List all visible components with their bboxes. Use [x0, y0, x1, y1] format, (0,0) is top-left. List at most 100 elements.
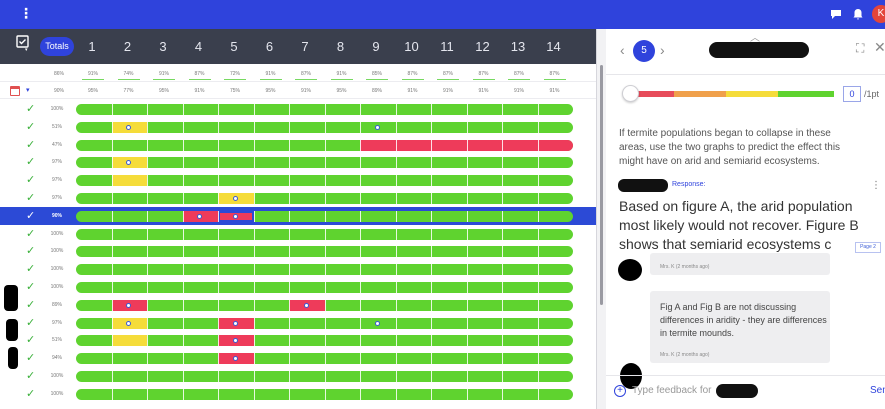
- student-row[interactable]: ✓ 89%: [0, 296, 596, 314]
- student-row[interactable]: ✓ 51%: [0, 331, 596, 349]
- student-row[interactable]: ✓ 100%: [0, 278, 596, 296]
- student-progress-bar[interactable]: [76, 282, 573, 293]
- student-row[interactable]: ✓ 90%: [0, 206, 596, 225]
- question-column-3[interactable]: 3: [151, 37, 175, 57]
- question-column-2[interactable]: 2: [116, 37, 140, 57]
- question-column-11[interactable]: 11: [435, 37, 459, 57]
- student-progress-bar[interactable]: [76, 228, 573, 240]
- score-underline: [224, 79, 246, 80]
- column-separator: [147, 371, 148, 382]
- comment-dot-icon[interactable]: [232, 213, 238, 219]
- menu-icon[interactable]: ⋮: [19, 5, 33, 21]
- question-column-12[interactable]: 12: [471, 37, 495, 57]
- student-row[interactable]: ✓ 100%: [0, 100, 596, 118]
- student-row[interactable]: ✓ 100%: [0, 367, 596, 385]
- column-separator: [289, 121, 290, 133]
- student-row[interactable]: ✓ 47%: [0, 136, 596, 154]
- student-progress-bar[interactable]: [76, 210, 573, 222]
- question-column-5[interactable]: 5: [222, 37, 246, 57]
- student-progress-bar[interactable]: [76, 246, 573, 258]
- comment-dot-icon[interactable]: [374, 320, 380, 326]
- bell-icon[interactable]: [851, 7, 865, 21]
- question-column-6[interactable]: 6: [258, 37, 282, 57]
- more-options-icon[interactable]: ⋮: [871, 180, 881, 191]
- student-row[interactable]: ✓ 97%: [0, 189, 596, 207]
- send-button[interactable]: Send: [870, 385, 885, 396]
- student-row[interactable]: ✓ 97%: [0, 314, 596, 332]
- comment-dot-icon[interactable]: [126, 320, 132, 326]
- panel-divider[interactable]: [596, 29, 606, 409]
- score-slider[interactable]: [622, 85, 834, 102]
- column-separator: [537, 139, 539, 151]
- comment-dot-icon[interactable]: [232, 356, 238, 362]
- column-separator: [360, 246, 361, 258]
- question-column-14[interactable]: 14: [542, 37, 566, 57]
- column-separator: [182, 193, 184, 204]
- question-column-13[interactable]: 13: [506, 37, 530, 57]
- page-tag[interactable]: Page 2: [855, 242, 881, 253]
- score-underline: [472, 79, 495, 80]
- tab-totals[interactable]: Totals: [40, 37, 74, 56]
- student-progress-bar[interactable]: [76, 353, 573, 365]
- score-cell: 77%: [112, 85, 146, 97]
- column-separator: [466, 175, 468, 187]
- column-separator: [502, 246, 503, 258]
- student-progress-bar[interactable]: [76, 193, 573, 204]
- student-progress-bar[interactable]: [76, 371, 573, 382]
- expand-icon[interactable]: ⛶: [856, 41, 864, 56]
- student-progress-bar[interactable]: [76, 299, 573, 311]
- student-progress-bar[interactable]: [76, 139, 573, 151]
- question-cell-partial[interactable]: [111, 175, 147, 187]
- prev-question-icon[interactable]: ‹: [620, 41, 625, 59]
- student-progress-bar[interactable]: [76, 264, 573, 276]
- question-column-10[interactable]: 10: [400, 37, 424, 57]
- student-row[interactable]: ✓ 97%: [0, 153, 596, 171]
- comment-dot-icon[interactable]: [374, 124, 380, 130]
- score-value: 72%: [229, 71, 240, 77]
- student-row[interactable]: ✓ 51%: [0, 118, 596, 136]
- score-cell: 89%: [360, 85, 394, 97]
- column-separator: [111, 388, 113, 400]
- chevron-down-icon[interactable]: ▾: [26, 86, 30, 94]
- score-value: 91%: [194, 88, 205, 94]
- score-input[interactable]: 0: [843, 86, 861, 102]
- question-cell-partial[interactable]: [111, 335, 147, 347]
- column-separator: [111, 175, 113, 187]
- add-icon[interactable]: +: [614, 385, 626, 397]
- student-row[interactable]: ✓ 100%: [0, 260, 596, 278]
- student-progress-bar[interactable]: [76, 175, 573, 187]
- close-icon[interactable]: ✕: [874, 39, 885, 56]
- question-column-9[interactable]: 9: [364, 37, 388, 57]
- chat-icon[interactable]: [829, 7, 843, 21]
- student-row[interactable]: ✓ 94%: [0, 349, 596, 367]
- student-progress-bar[interactable]: [76, 335, 573, 347]
- student-progress-bar[interactable]: [76, 388, 573, 400]
- comment-dot-icon[interactable]: [303, 302, 309, 308]
- student-row[interactable]: ✓ 100%: [0, 385, 596, 403]
- question-column-7[interactable]: 7: [293, 37, 317, 57]
- question-column-8[interactable]: 8: [329, 37, 353, 57]
- calendar-icon[interactable]: [10, 86, 20, 96]
- column-separator: [111, 246, 113, 258]
- comment-dot-icon[interactable]: [232, 320, 238, 326]
- feedback-bubble: Mrs. K (2 months ago): [650, 253, 830, 275]
- user-avatar[interactable]: K: [872, 5, 885, 23]
- student-progress-bar[interactable]: [76, 157, 573, 169]
- slider-handle[interactable]: [622, 85, 639, 102]
- comment-dot-icon[interactable]: [232, 196, 238, 201]
- student-row[interactable]: ✓ 100%: [0, 225, 596, 243]
- feedback-input[interactable]: Type feedback for: [632, 385, 712, 396]
- column-separator: [218, 139, 219, 151]
- question-column-1[interactable]: 1: [80, 37, 104, 57]
- next-question-icon[interactable]: ›: [660, 41, 665, 59]
- student-progress-bar[interactable]: [76, 104, 573, 115]
- column-separator: [253, 371, 255, 382]
- student-progress-bar[interactable]: [76, 121, 573, 133]
- student-row[interactable]: ✓ 100%: [0, 242, 596, 260]
- column-separator: [360, 371, 361, 382]
- student-progress-bar[interactable]: [76, 317, 573, 329]
- scroll-thumb[interactable]: [600, 65, 603, 305]
- student-row[interactable]: ✓ 97%: [0, 171, 596, 189]
- select-all-icon[interactable]: ▾: [12, 35, 34, 59]
- question-column-4[interactable]: 4: [187, 37, 211, 57]
